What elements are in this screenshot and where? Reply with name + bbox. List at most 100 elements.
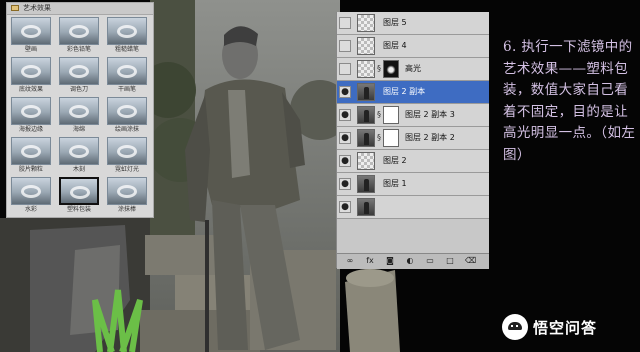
layer-thumbnail xyxy=(357,14,375,32)
filter-label: 壁画 xyxy=(24,46,37,53)
filter-preview xyxy=(107,97,147,125)
layer-thumbnail xyxy=(357,152,375,170)
layer-thumbnail xyxy=(357,198,375,216)
filter-label: 干画笔 xyxy=(117,86,136,93)
filter-thumb-palette-knife[interactable]: 调色刀 xyxy=(59,57,99,95)
visibility-toggle[interactable] xyxy=(339,17,351,29)
layer-name: 图层 5 xyxy=(383,18,407,27)
layer-row-layer-4[interactable]: 图层 4 xyxy=(337,35,489,58)
layer-name: 高光 xyxy=(405,64,421,73)
filter-preview xyxy=(107,57,147,85)
folder-icon xyxy=(11,5,19,11)
filter-label: 塑料包装 xyxy=(66,206,91,213)
new-layer-icon[interactable]: □ xyxy=(445,256,455,266)
filter-thumb-paint-daubs[interactable]: 绘画涂抹 xyxy=(107,97,147,135)
layer-row-layer-2-copy[interactable]: ● 图层 2 副本 xyxy=(337,81,489,104)
layer-thumbnail xyxy=(357,83,375,101)
link-icon: § xyxy=(377,110,381,119)
mask-icon[interactable]: ◙ xyxy=(385,256,395,266)
filter-thumb-plastic-wrap[interactable]: 塑料包装 xyxy=(59,177,99,215)
layers-panel: 图层 5 图层 4 § 高光 ● 图层 2 副本 ● § 图层 2 副本 3 ●… xyxy=(336,12,489,269)
filter-preview xyxy=(59,57,99,85)
layer-mask-thumbnail[interactable] xyxy=(383,106,399,124)
filter-preview xyxy=(107,17,147,45)
filter-gallery-header[interactable]: 艺术效果 xyxy=(7,3,153,15)
filter-label: 胶片颗粒 xyxy=(18,166,43,173)
filter-preview xyxy=(11,137,51,165)
filter-category-title: 艺术效果 xyxy=(23,4,51,12)
layer-thumbnail xyxy=(357,175,375,193)
watermark-text: 悟空问答 xyxy=(533,318,598,337)
filter-preview xyxy=(11,97,51,125)
eye-icon[interactable]: ● xyxy=(339,86,351,98)
layer-row-layer-2-copy-3[interactable]: ● § 图层 2 副本 3 xyxy=(337,104,489,127)
layer-thumbnail xyxy=(357,129,375,147)
filter-preview xyxy=(59,177,99,205)
filter-preview xyxy=(59,17,99,45)
eye-icon[interactable]: ● xyxy=(339,155,351,167)
filter-preview xyxy=(11,57,51,85)
filter-label: 水彩 xyxy=(24,206,37,213)
eye-icon[interactable]: ● xyxy=(339,109,351,121)
tutorial-step-text: 6. 执行一下滤镜中的艺术效果——塑料包装，数值大家自己看着不固定，目的是让高光… xyxy=(503,39,636,163)
filter-thumb-colored-pencil[interactable]: 彩色铅笔 xyxy=(59,17,99,55)
filter-preview xyxy=(11,177,51,205)
eye-icon[interactable]: ● xyxy=(339,132,351,144)
filter-thumb-underpainting[interactable]: 底纹效果 xyxy=(11,57,51,95)
filter-thumb-fresco[interactable]: 壁画 xyxy=(11,17,51,55)
filter-label: 海绵 xyxy=(72,126,85,133)
trash-icon[interactable]: ⌫ xyxy=(465,256,476,266)
filter-label: 调色刀 xyxy=(69,86,88,93)
wukong-logo-icon xyxy=(502,314,528,340)
filter-preview xyxy=(107,137,147,165)
layer-mask-thumbnail[interactable] xyxy=(383,129,399,147)
filter-preview xyxy=(107,177,147,205)
layer-thumbnail xyxy=(357,106,375,124)
filter-thumb-cutout[interactable]: 木刻 xyxy=(59,137,99,175)
filter-label: 粗糙蜡笔 xyxy=(114,46,139,53)
link-icon: § xyxy=(377,64,381,73)
layer-mask-thumbnail[interactable] xyxy=(383,60,399,78)
layer-thumbnail xyxy=(357,37,375,55)
filter-thumb-film-grain[interactable]: 胶片颗粒 xyxy=(11,137,51,175)
layer-row-background[interactable]: ● xyxy=(337,196,489,219)
filter-thumb-watercolor[interactable]: 水彩 xyxy=(11,177,51,215)
filter-label: 绘画涂抹 xyxy=(114,126,139,133)
layers-panel-footer: ∞ fx ◙ ◐ ▭ □ ⌫ xyxy=(337,253,489,269)
filter-label: 涂抹棒 xyxy=(117,206,136,213)
layer-row-layer-5[interactable]: 图层 5 xyxy=(337,12,489,35)
layer-name: 图层 2 副本 xyxy=(383,87,426,96)
filter-thumb-dry-brush[interactable]: 干画笔 xyxy=(107,57,147,95)
layer-name: 图层 2 xyxy=(383,156,407,165)
layer-row-layer-2[interactable]: ● 图层 2 xyxy=(337,150,489,173)
fx-icon[interactable]: fx xyxy=(365,256,375,266)
filter-label: 木刻 xyxy=(72,166,85,173)
folder-icon[interactable]: ▭ xyxy=(425,256,435,266)
watermark: 悟空问答 xyxy=(502,313,597,341)
layer-row-layer-2-copy-2[interactable]: ● § 图层 2 副本 2 xyxy=(337,127,489,150)
layer-name: 图层 2 副本 2 xyxy=(405,133,455,142)
filter-label: 霓虹灯光 xyxy=(114,166,139,173)
filter-thumb-poster-edges[interactable]: 海报边缘 xyxy=(11,97,51,135)
layer-thumbnail xyxy=(357,60,375,78)
filter-thumb-neon-glow[interactable]: 霓虹灯光 xyxy=(107,137,147,175)
layer-name: 图层 4 xyxy=(383,41,407,50)
adjustment-icon[interactable]: ◐ xyxy=(405,256,415,266)
filter-thumb-smudge-stick[interactable]: 涂抹棒 xyxy=(107,177,147,215)
filter-label: 底纹效果 xyxy=(18,86,43,93)
visibility-toggle[interactable] xyxy=(339,40,351,52)
layer-row-layer-1[interactable]: ● 图层 1 xyxy=(337,173,489,196)
eye-icon[interactable]: ● xyxy=(339,201,351,213)
layer-name: 图层 1 xyxy=(383,179,407,188)
layer-row-highlight[interactable]: § 高光 xyxy=(337,58,489,81)
link-icon[interactable]: ∞ xyxy=(345,256,355,266)
filter-preview xyxy=(11,17,51,45)
link-icon: § xyxy=(377,133,381,142)
filter-gallery-panel: 艺术效果 壁画 彩色铅笔 粗糙蜡笔 底纹效果 调色刀 干画笔 海报边缘 海绵 绘… xyxy=(6,2,154,218)
layer-name: 图层 2 副本 3 xyxy=(405,110,455,119)
filter-preview xyxy=(59,137,99,165)
filter-thumb-sponge[interactable]: 海绵 xyxy=(59,97,99,135)
filter-thumb-rough-pastels[interactable]: 粗糙蜡笔 xyxy=(107,17,147,55)
eye-icon[interactable]: ● xyxy=(339,178,351,190)
visibility-toggle[interactable] xyxy=(339,63,351,75)
